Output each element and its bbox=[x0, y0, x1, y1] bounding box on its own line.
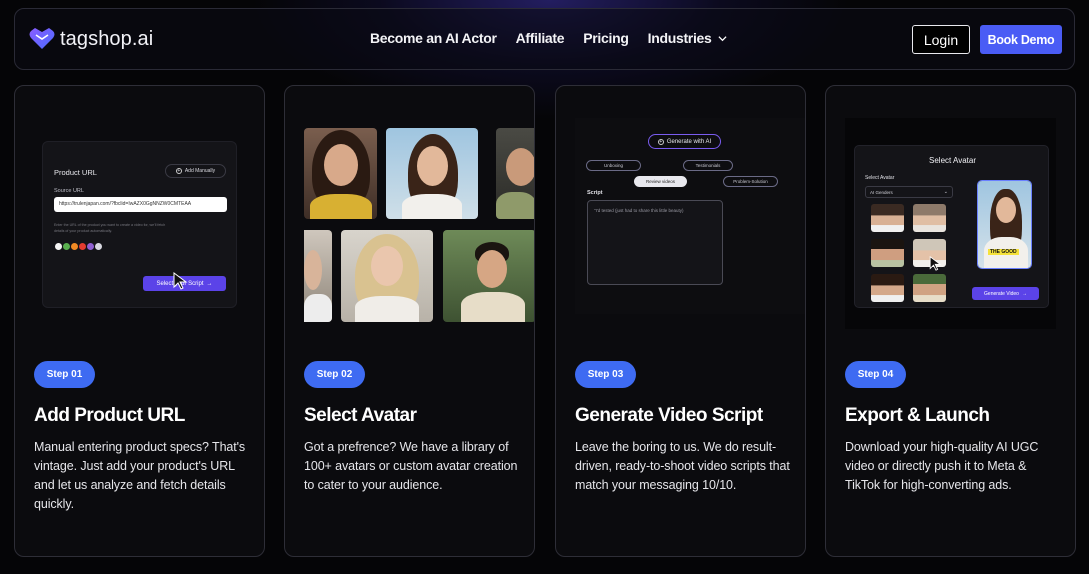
store-platform-icons bbox=[54, 242, 103, 251]
avatar-photo bbox=[304, 128, 377, 219]
chevron-down-icon: ⌄ bbox=[943, 189, 948, 195]
product-url-label: Product URL bbox=[54, 168, 97, 177]
select-avatar-title: Select Avatar bbox=[929, 156, 976, 165]
pill-review-videos: Review videos bbox=[634, 176, 687, 187]
video-caption: THE GOOD bbox=[988, 249, 1019, 255]
card-description: Manual entering product specs? That's vi… bbox=[34, 440, 246, 511]
nav-link-ai-actor[interactable]: Become an AI Actor bbox=[370, 30, 497, 46]
chevron-down-icon bbox=[717, 35, 727, 41]
generate-video-button: Generate Video → bbox=[972, 287, 1039, 300]
step-badge: Step 04 bbox=[845, 361, 906, 388]
arrow-right-icon: → bbox=[206, 280, 213, 287]
step-card-2: Step 02 Select Avatar Got a prefrence? W… bbox=[284, 85, 535, 557]
brand-logo[interactable]: tagshop.ai bbox=[29, 27, 153, 51]
nav-link-affiliate[interactable]: Affiliate bbox=[516, 30, 565, 46]
avatar-preview: THE GOOD bbox=[977, 180, 1032, 269]
web-icon bbox=[94, 242, 103, 251]
pill-problem-solution: Problem-Solution bbox=[723, 176, 778, 187]
nav-dropdown-industries[interactable]: Industries bbox=[648, 30, 727, 46]
card-title: Generate Video Script bbox=[575, 405, 763, 426]
arrow-right-icon: → bbox=[1021, 290, 1027, 297]
sparkle-plus-icon: + bbox=[657, 138, 664, 145]
gender-dropdown-label: AI Genders bbox=[870, 190, 893, 195]
top-navbar: tagshop.ai Become an AI Actor Affiliate … bbox=[14, 8, 1075, 70]
gender-dropdown: AI Genders ⌄ bbox=[865, 186, 953, 198]
step-badge: Step 02 bbox=[304, 361, 365, 388]
avatar-collage bbox=[304, 128, 534, 324]
card-title: Add Product URL bbox=[34, 405, 185, 426]
card-description: Got a prefrence? We have a library of 10… bbox=[304, 440, 518, 492]
mouse-cursor-icon bbox=[173, 272, 188, 290]
export-mockup: Select Avatar Select Avatar AI Genders ⌄… bbox=[845, 118, 1056, 329]
step-badge: Step 03 bbox=[575, 361, 636, 388]
step-card-4: Select Avatar Select Avatar AI Genders ⌄… bbox=[825, 85, 1076, 557]
add-manually-button: + Add Manually bbox=[165, 164, 226, 178]
login-button[interactable]: Login bbox=[912, 25, 970, 54]
url-hint-text: Enter the URL of the product you want to… bbox=[54, 223, 166, 233]
card-title: Export & Launch bbox=[845, 405, 990, 426]
step-badge: Step 01 bbox=[34, 361, 95, 388]
select-avatar-panel: Select Avatar Select Avatar AI Genders ⌄… bbox=[854, 145, 1049, 308]
generate-video-label: Generate Video bbox=[984, 290, 1019, 297]
pill-unboxing: Unboxing bbox=[586, 160, 641, 171]
book-demo-button[interactable]: Book Demo bbox=[980, 25, 1062, 54]
plus-circle-icon: + bbox=[175, 168, 182, 174]
nav-industries-label: Industries bbox=[647, 30, 712, 46]
avatar-photo bbox=[496, 128, 534, 219]
card-description: Download your high-quality AI UGC video … bbox=[845, 440, 1039, 492]
generate-with-ai-button: + Generate with AI bbox=[648, 134, 721, 149]
step-card-3: + Generate with AI Unboxing Testimonials… bbox=[555, 85, 806, 557]
avatar-photo bbox=[443, 230, 534, 322]
add-manually-label: Add Manually bbox=[184, 168, 216, 174]
card-description: Leave the boring to us. We do result-dri… bbox=[575, 440, 790, 492]
step-card-1: Product URL + Add Manually Source URL ht… bbox=[14, 85, 265, 557]
product-url-mockup: Product URL + Add Manually Source URL ht… bbox=[42, 141, 237, 308]
card-title: Select Avatar bbox=[304, 405, 417, 426]
source-url-label: Source URL bbox=[54, 188, 84, 194]
avatar-photo bbox=[341, 230, 433, 322]
avatar-thumb bbox=[913, 204, 946, 232]
generate-label: Generate with AI bbox=[666, 138, 712, 145]
avatar-thumb bbox=[871, 239, 904, 267]
pill-testimonials: Testimonials bbox=[683, 160, 733, 171]
script-generator-mockup: + Generate with AI Unboxing Testimonials… bbox=[575, 118, 805, 314]
avatar-thumb bbox=[871, 274, 904, 302]
avatar-thumb bbox=[913, 274, 946, 302]
avatar-photo bbox=[386, 128, 478, 219]
avatar-photo bbox=[304, 230, 332, 322]
select-avatar-subtitle: Select Avatar bbox=[865, 175, 895, 181]
nav-links: Become an AI Actor Affiliate Pricing Ind… bbox=[370, 30, 727, 46]
avatar-thumb bbox=[871, 204, 904, 232]
script-label: Script bbox=[587, 190, 603, 196]
mouse-cursor-icon bbox=[929, 256, 942, 271]
nav-link-pricing[interactable]: Pricing bbox=[583, 30, 629, 46]
script-text-box: "I'd tested (just had to share this litt… bbox=[587, 200, 723, 285]
source-url-field: https://trulenjapan.com/?fbclid=IwAZX0Gg… bbox=[54, 197, 227, 212]
brand-name: tagshop.ai bbox=[60, 27, 154, 50]
heart-logo-icon bbox=[29, 28, 55, 49]
